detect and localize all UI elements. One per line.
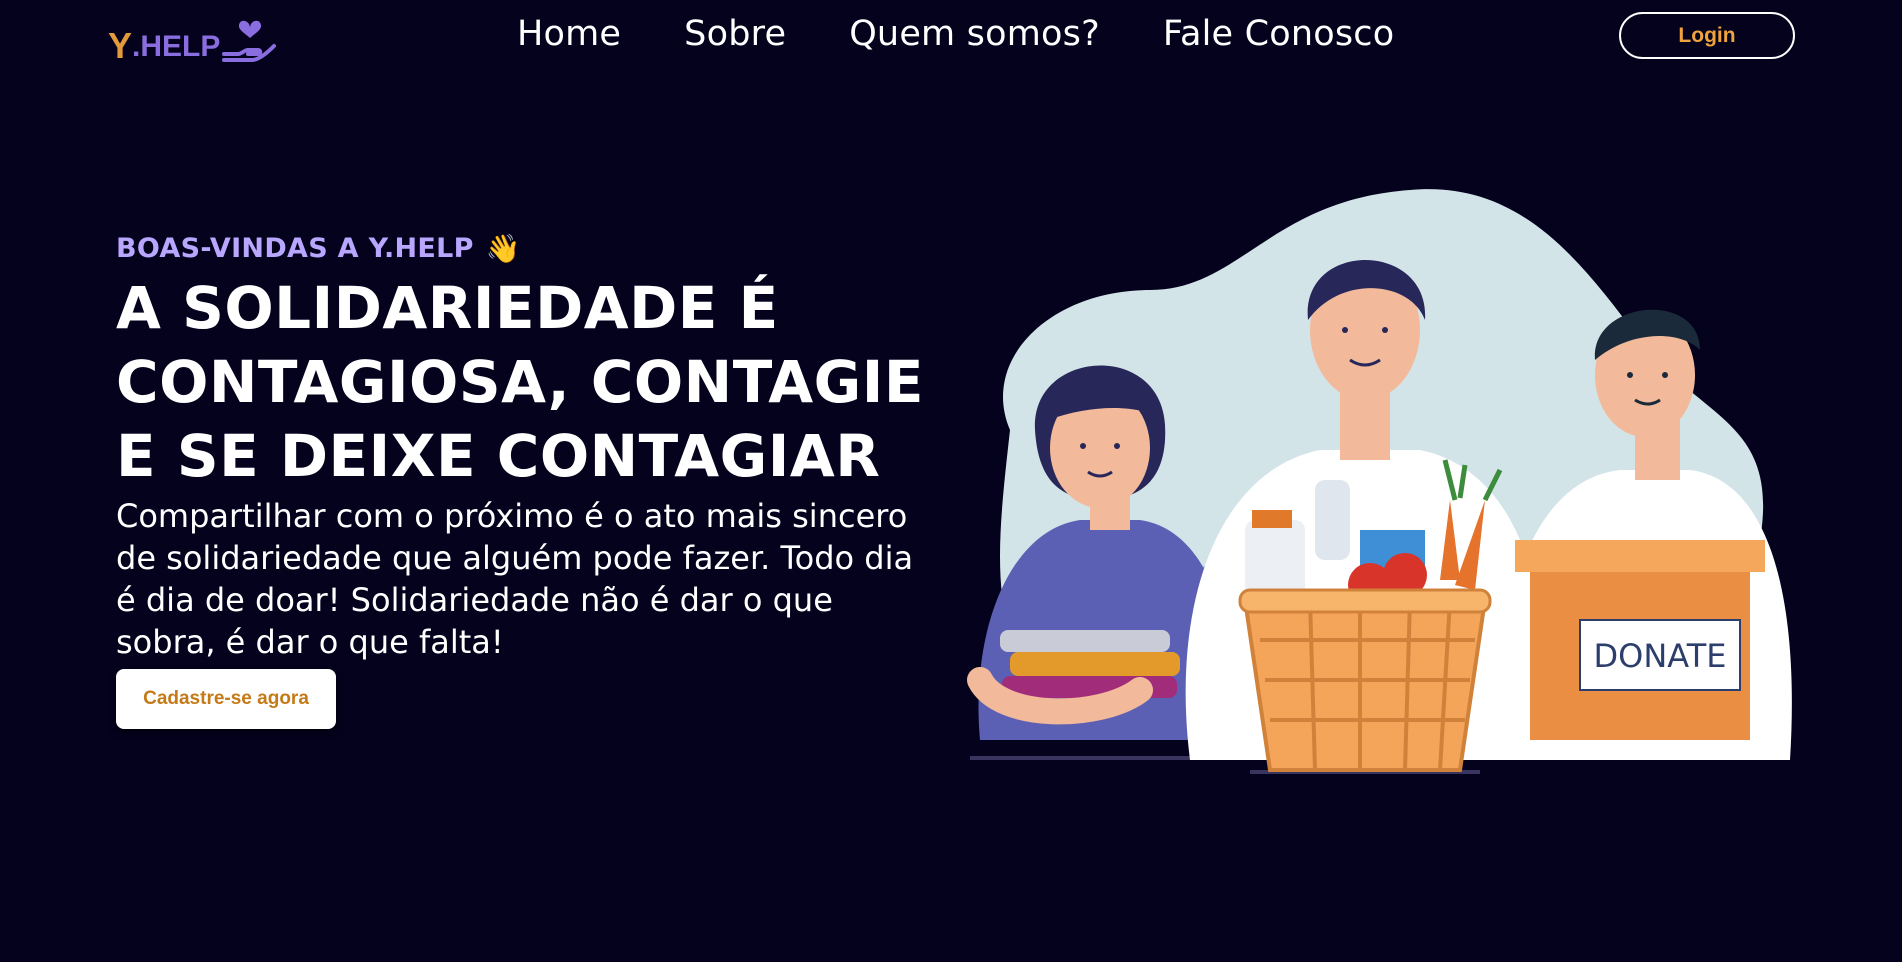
logo[interactable]: Y .HELP bbox=[108, 12, 303, 64]
nav-quem-somos[interactable]: Quem somos? bbox=[849, 14, 1100, 54]
hero-description: Compartilhar com o próximo é o ato mais … bbox=[116, 497, 914, 661]
nav-fale-conosco[interactable]: Fale Conosco bbox=[1163, 14, 1395, 54]
login-button[interactable]: Login bbox=[1619, 12, 1795, 59]
logo-text: .HELP bbox=[132, 30, 221, 63]
hero-headline: A SOLIDARIEDADE É CONTAGIOSA, CONTAGIE E… bbox=[116, 274, 924, 490]
signup-button[interactable]: Cadastre-se agora bbox=[116, 669, 336, 729]
eyebrow-text: BOAS-VINDAS A Y.HELP bbox=[116, 233, 474, 264]
donation-illustration: DONATE bbox=[967, 189, 1792, 774]
landing-page: Y .HELP Home Sobre Quem somos? Fale Cono… bbox=[0, 0, 1902, 962]
donate-box-label: DONATE bbox=[1594, 637, 1727, 675]
hero-section: BOAS-VINDAS A Y.HELP 👋 A SOLIDARIEDADE É… bbox=[116, 232, 936, 729]
waving-hand-icon: 👋 bbox=[485, 232, 521, 265]
heart-hand-icon bbox=[222, 20, 277, 62]
nav-home[interactable]: Home bbox=[517, 14, 621, 54]
nav-sobre[interactable]: Sobre bbox=[684, 14, 786, 54]
nav-links: Home Sobre Quem somos? Fale Conosco bbox=[517, 14, 1394, 54]
navbar: Y .HELP Home Sobre Quem somos? Fale Cono… bbox=[0, 0, 1902, 70]
logo-y: Y bbox=[108, 25, 133, 66]
hero-eyebrow: BOAS-VINDAS A Y.HELP 👋 bbox=[116, 232, 936, 265]
